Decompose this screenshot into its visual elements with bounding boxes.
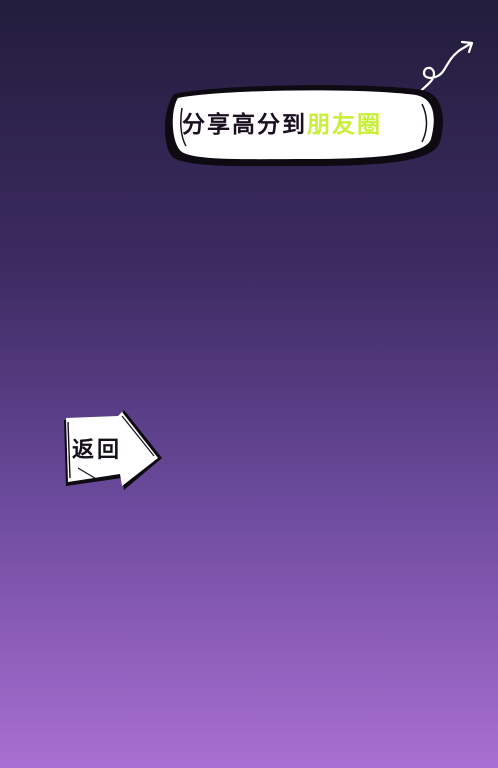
- share-text-prefix: 分享高分到: [182, 112, 307, 138]
- back-button[interactable]: 返回: [58, 408, 166, 492]
- share-text: 分享高分到朋友圈: [182, 105, 382, 139]
- share-to-moments-button[interactable]: 分享高分到朋友圈: [160, 80, 446, 172]
- back-label: 返回: [72, 438, 123, 463]
- share-text-highlight: 朋友圈: [307, 112, 382, 138]
